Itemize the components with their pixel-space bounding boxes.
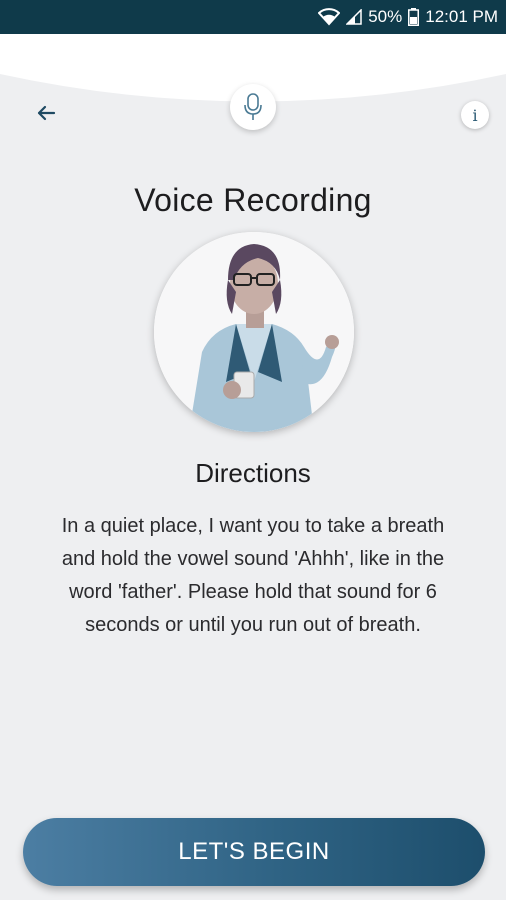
page-title: Voice Recording <box>134 182 372 218</box>
clock: 12:01 PM <box>425 7 498 26</box>
lets-begin-button[interactable]: LET'S BEGIN <box>23 818 485 886</box>
status-bar: 50% 12:01 PM <box>0 0 506 34</box>
battery-percent: 50% <box>368 7 403 26</box>
wifi-icon <box>318 8 341 26</box>
arrow-left-icon <box>37 105 56 121</box>
battery-icon <box>408 8 420 26</box>
info-button[interactable]: i <box>461 101 489 129</box>
microphone-icon <box>244 93 262 120</box>
directions-heading: Directions <box>195 458 311 488</box>
back-button[interactable] <box>30 97 62 129</box>
signal-icon <box>346 9 362 25</box>
status-icons: 50% 12:01 PM <box>318 0 498 34</box>
info-icon: i <box>472 105 478 125</box>
microphone-button[interactable] <box>230 84 276 130</box>
directions-text: In a quiet place, I want you to take a b… <box>61 515 445 636</box>
person-illustration <box>154 232 354 432</box>
